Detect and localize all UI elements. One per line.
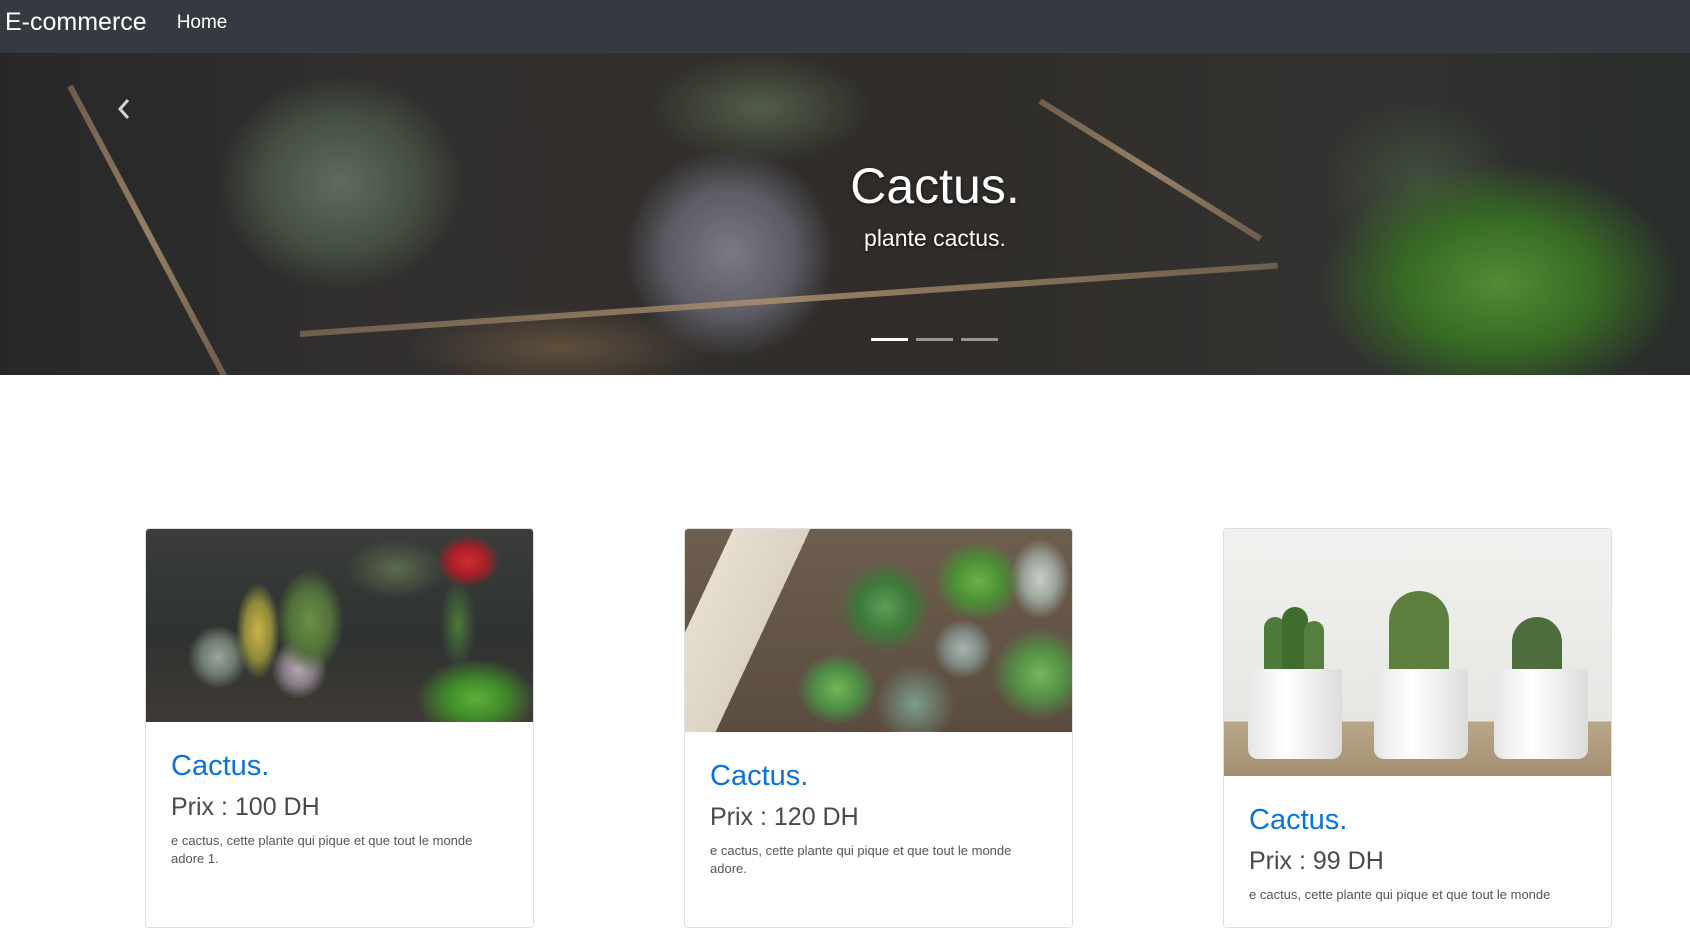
product-description: e cactus, cette plante qui pique et que …: [1249, 887, 1551, 902]
carousel-prev-control[interactable]: [116, 98, 138, 126]
product-card: Cactus. Prix : 120 DH e cactus, cette pl…: [684, 528, 1073, 928]
carousel-image-overlay: [0, 53, 1690, 375]
navbar-brand[interactable]: E-commerce: [5, 10, 147, 35]
product-title[interactable]: Cactus.: [1249, 804, 1586, 837]
white-pot: [1248, 669, 1342, 759]
cactus-round: [1389, 591, 1449, 675]
chevron-left-icon: [117, 99, 130, 119]
product-price: Prix : 99 DH: [1249, 847, 1384, 875]
nav-link-home[interactable]: Home: [177, 13, 228, 32]
product-description: e cactus, cette plante qui pique et que …: [710, 843, 1012, 876]
white-pot: [1494, 669, 1588, 759]
product-card: Cactus. Prix : 100 DH e cactus, cette pl…: [145, 528, 534, 928]
product-price: Prix : 120 DH: [710, 803, 859, 831]
white-pot: [1374, 669, 1468, 759]
carousel-indicators: [871, 338, 1006, 341]
carousel-indicator-1[interactable]: [871, 338, 908, 341]
product-image-succulents-box: [685, 529, 1072, 732]
product-title[interactable]: Cactus.: [171, 750, 508, 783]
hero-carousel: Cactus. plante cactus.: [0, 53, 1690, 375]
product-description: e cactus, cette plante qui pique et que …: [171, 833, 473, 866]
top-navbar: E-commerce Home: [0, 0, 1690, 53]
product-title[interactable]: Cactus.: [710, 760, 1047, 793]
cactus-small: [1512, 617, 1562, 675]
carousel-indicator-2[interactable]: [916, 338, 953, 341]
product-image-three-pots: [1224, 529, 1611, 776]
carousel-indicator-3[interactable]: [961, 338, 998, 341]
product-image-cactus-tray: [146, 529, 533, 722]
product-price: Prix : 100 DH: [171, 793, 320, 821]
product-card: Cactus. Prix : 99 DH e cactus, cette pla…: [1223, 528, 1612, 928]
